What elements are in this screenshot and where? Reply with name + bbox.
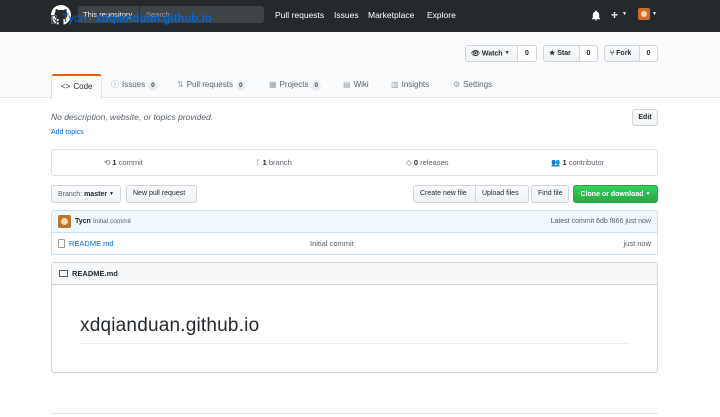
bell-icon[interactable] (591, 10, 601, 21)
repo-name-link[interactable]: xdqianduan.github.io (96, 13, 212, 25)
tab-pull-requests[interactable]: ⇅ Pull requests 0 (177, 74, 246, 98)
tag-icon: ◇ (406, 158, 412, 167)
pr-icon: ⇅ (177, 80, 184, 89)
repo-description: No description, website, or topics provi… (51, 112, 214, 122)
graph-icon: ▥ (391, 80, 399, 89)
tab-issues[interactable]: ⓘ Issues 0 (111, 74, 158, 98)
clone-download-button[interactable]: Clone or download ▼ (573, 185, 658, 203)
star-button[interactable]: ★ Star (543, 45, 580, 62)
commit-author[interactable]: Tycn (75, 211, 91, 232)
fork-button[interactable]: ⑂ Fork (604, 45, 640, 62)
issues-counter: 0 (148, 81, 158, 91)
commit-message[interactable]: Initial commit (93, 211, 131, 232)
branch-icon: ᚴ (256, 158, 261, 167)
chevron-down-icon[interactable]: ▼ (652, 11, 657, 17)
wiki-icon: ▤ (343, 80, 351, 89)
branches-link[interactable]: ᚴ 1 branch (256, 150, 292, 175)
nav-issues[interactable]: Issues (334, 10, 359, 20)
repo-owner-link[interactable]: Tycn (62, 13, 86, 25)
projects-counter: 0 (311, 81, 322, 91)
commits-link[interactable]: ⟲ 1 commit (104, 150, 143, 175)
find-file-button[interactable]: Find file (531, 185, 569, 203)
latest-commit-info: Latest commit 6db f866 just now (550, 218, 651, 225)
releases-link[interactable]: ◇ 0 releases (406, 150, 449, 175)
people-icon: 👥 (551, 158, 561, 167)
issue-icon: ⓘ (111, 80, 119, 89)
tab-wiki[interactable]: ▤ Wiki (343, 74, 369, 98)
readme-box: README.md xdqianduan.github.io (51, 262, 658, 373)
commit-age: just now (625, 218, 651, 225)
repo-title: Tycn / xdqianduan.github.io (62, 13, 212, 25)
nav-pull-requests[interactable]: Pull requests (275, 10, 324, 20)
plus-icon[interactable]: + (611, 8, 618, 22)
readme-title: README.md (72, 269, 118, 278)
nav-marketplace[interactable]: Marketplace (368, 10, 414, 20)
star-count[interactable]: 0 (580, 45, 598, 62)
tab-projects[interactable]: ▦ Projects 0 (269, 74, 322, 98)
latest-commit-bar: Tycn Initial commit Latest commit 6db f8… (51, 210, 658, 233)
add-topics-link[interactable]: Add topics (51, 129, 84, 136)
file-name-link[interactable]: README.md (69, 233, 114, 254)
repo-summary: ⟲ 1 commit ᚴ 1 branch ◇ 0 releases 👥 1 c… (51, 149, 658, 176)
upload-files-button[interactable]: Upload files (476, 185, 529, 203)
branch-select-button[interactable]: Branch: master ▼ (51, 185, 121, 203)
code-icon: <> (61, 82, 71, 91)
nav-explore[interactable]: Explore (427, 10, 456, 20)
heading-divider (80, 343, 630, 344)
history-icon: ⟲ (104, 158, 111, 167)
file-icon (58, 239, 65, 248)
watch-button[interactable]: 👁 Watch ▼ (465, 45, 518, 62)
fork-count[interactable]: 0 (640, 45, 658, 62)
tab-settings[interactable]: ⚙ Settings (453, 74, 492, 98)
eye-icon: 👁 (471, 50, 480, 58)
readme-heading: xdqianduan.github.io (80, 315, 260, 336)
repo-icon (51, 15, 57, 24)
pull-requests-counter: 0 (235, 81, 246, 91)
book-icon (59, 270, 68, 277)
fork-icon: ⑂ (610, 50, 615, 57)
contributors-link[interactable]: 👥 1 contributor (551, 150, 604, 175)
footer-divider (51, 413, 658, 414)
chevron-down-icon: ▼ (109, 191, 114, 197)
file-age: just now (623, 239, 651, 248)
edit-description-button[interactable]: Edit (632, 109, 658, 126)
readme-header: README.md (52, 263, 657, 285)
tab-code[interactable]: <> Code (51, 74, 103, 99)
avatar[interactable] (638, 8, 650, 20)
chevron-down-icon[interactable]: ▼ (622, 11, 627, 17)
chevron-down-icon: ▼ (645, 191, 651, 197)
table-row: README.md Initial commit just now (51, 233, 658, 255)
repo-separator: / (89, 13, 93, 25)
commit-sha-link[interactable]: 6db f866 (596, 218, 623, 225)
gear-icon: ⚙ (453, 80, 461, 89)
star-icon: ★ (549, 50, 556, 57)
file-commit-message[interactable]: Initial commit (310, 233, 354, 254)
author-avatar[interactable] (58, 215, 71, 228)
tab-insights[interactable]: ▥ Insights (391, 74, 429, 98)
watch-count[interactable]: 0 (518, 45, 537, 62)
new-pull-request-button[interactable]: New pull request (126, 185, 197, 203)
project-icon: ▦ (269, 80, 277, 89)
chevron-down-icon: ▼ (504, 50, 510, 56)
create-new-file-button[interactable]: Create new file (413, 185, 476, 203)
